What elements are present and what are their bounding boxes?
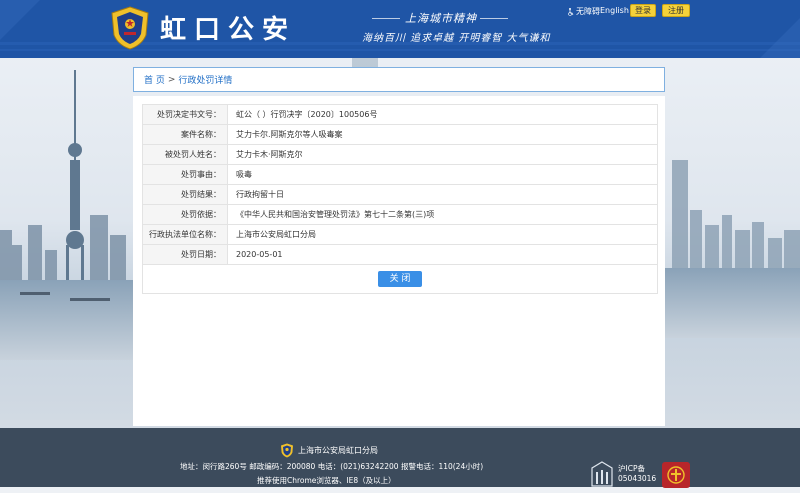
site-title: 虹口公安 xyxy=(160,15,297,45)
icp-record-text[interactable]: 沪ICP备 05043016 xyxy=(618,464,656,484)
penalty-detail-table: 处罚决定书文号： 虹公（ ）行罚决字〔2020〕100506号 案件名称： 艾力… xyxy=(142,104,658,294)
english-link[interactable]: English xyxy=(600,6,629,15)
field-value-case-name: 艾力卡尔.阿斯克尔等人吸毒案 xyxy=(227,124,658,145)
table-row: 处罚依据： 《中华人民共和国治安管理处罚法》第七十二条第(三)项 xyxy=(142,204,658,225)
accessibility-label: 无障碍 xyxy=(576,7,600,16)
wheelchair-icon xyxy=(568,7,574,16)
field-label-penalized-person: 被处罚人姓名： xyxy=(142,144,228,165)
field-label-penalty-result: 处罚结果： xyxy=(142,184,228,205)
slogan-divider-left xyxy=(372,18,400,19)
field-value-penalty-reason: 吸毒 xyxy=(227,164,658,185)
breadcrumb-current: 行政处罚详情 xyxy=(178,76,233,86)
table-row: 处罚日期： 2020-05-01 xyxy=(142,244,658,265)
table-row: 被处罚人姓名： 艾力卡木·阿斯克尔 xyxy=(142,144,658,165)
field-value-penalized-person: 艾力卡木·阿斯克尔 xyxy=(227,144,658,165)
field-label-penalty-date: 处罚日期： xyxy=(142,244,228,265)
icp-number: 05043016 xyxy=(618,474,657,483)
login-button[interactable]: 登录 xyxy=(630,4,656,17)
table-row: 处罚结果： 行政拘留十日 xyxy=(142,184,658,205)
icp-record-icon[interactable] xyxy=(590,461,614,487)
field-value-enforcement-unit: 上海市公安局虹口分局 xyxy=(227,224,658,245)
site-header: 虹口公安 上海城市精神 海纳百川 追求卓越 开明睿智 大气谦和 无障碍 Engl… xyxy=(0,0,800,58)
table-row: 案件名称： 艾力卡尔.阿斯克尔等人吸毒案 xyxy=(142,124,658,145)
breadcrumb-home-link[interactable]: 首 页 xyxy=(144,73,165,86)
field-value-legal-basis: 《中华人民共和国治安管理处罚法》第七十二条第(三)项 xyxy=(227,204,658,225)
footer-org-name: 上海市公安局虹口分局 xyxy=(298,446,378,455)
table-row: 处罚事由： 吸毒 xyxy=(142,164,658,185)
register-button[interactable]: 注册 xyxy=(662,4,690,17)
field-label-decision-number: 处罚决定书文号： xyxy=(142,104,228,125)
field-label-enforcement-unit: 行政执法单位名称： xyxy=(142,224,228,245)
table-row: 处罚决定书文号： 虹公（ ）行罚决字〔2020〕100506号 xyxy=(142,104,658,125)
footer-address: 地址：闵行路260号 邮政编码：200080 电话：(021)63242200 … xyxy=(180,462,484,471)
slogan-text: 海纳百川 追求卓越 开明睿智 大气谦和 xyxy=(362,33,551,44)
field-value-decision-number: 虹公（ ）行罚决字〔2020〕100506号 xyxy=(227,104,658,125)
government-badge-icon[interactable] xyxy=(661,461,691,489)
slogan-title: 上海城市精神 xyxy=(405,12,477,25)
close-button[interactable]: 关 闭 xyxy=(378,271,422,287)
footer-police-emblem-icon xyxy=(280,443,294,458)
police-emblem-icon xyxy=(108,5,152,51)
actions-cell: 关 闭 xyxy=(142,264,658,294)
table-row: 行政执法单位名称： 上海市公安局虹口分局 xyxy=(142,224,658,245)
footer-browser-note: 推荐使用Chrome浏览器、IE8（及以上） xyxy=(257,476,396,485)
field-value-penalty-date: 2020-05-01 xyxy=(227,244,658,265)
site-footer: 上海市公安局虹口分局 地址：闵行路260号 邮政编码：200080 电话：(02… xyxy=(0,428,800,489)
accessibility-link[interactable]: 无障碍 xyxy=(567,6,600,17)
table-row-actions: 关 闭 xyxy=(142,264,658,294)
penalty-detail-panel: 处罚决定书文号： 虹公（ ）行罚决字〔2020〕100506号 案件名称： 艾力… xyxy=(133,96,665,426)
field-label-penalty-reason: 处罚事由： xyxy=(142,164,228,185)
breadcrumb-separator: > xyxy=(167,74,176,85)
breadcrumb: 首 页 > 行政处罚详情 xyxy=(133,67,665,92)
slogan-divider-right xyxy=(480,18,508,19)
field-label-case-name: 案件名称： xyxy=(142,124,228,145)
field-label-legal-basis: 处罚依据： xyxy=(142,204,228,225)
icp-label: 沪ICP备 xyxy=(618,464,645,473)
field-value-penalty-result: 行政拘留十日 xyxy=(227,184,658,205)
